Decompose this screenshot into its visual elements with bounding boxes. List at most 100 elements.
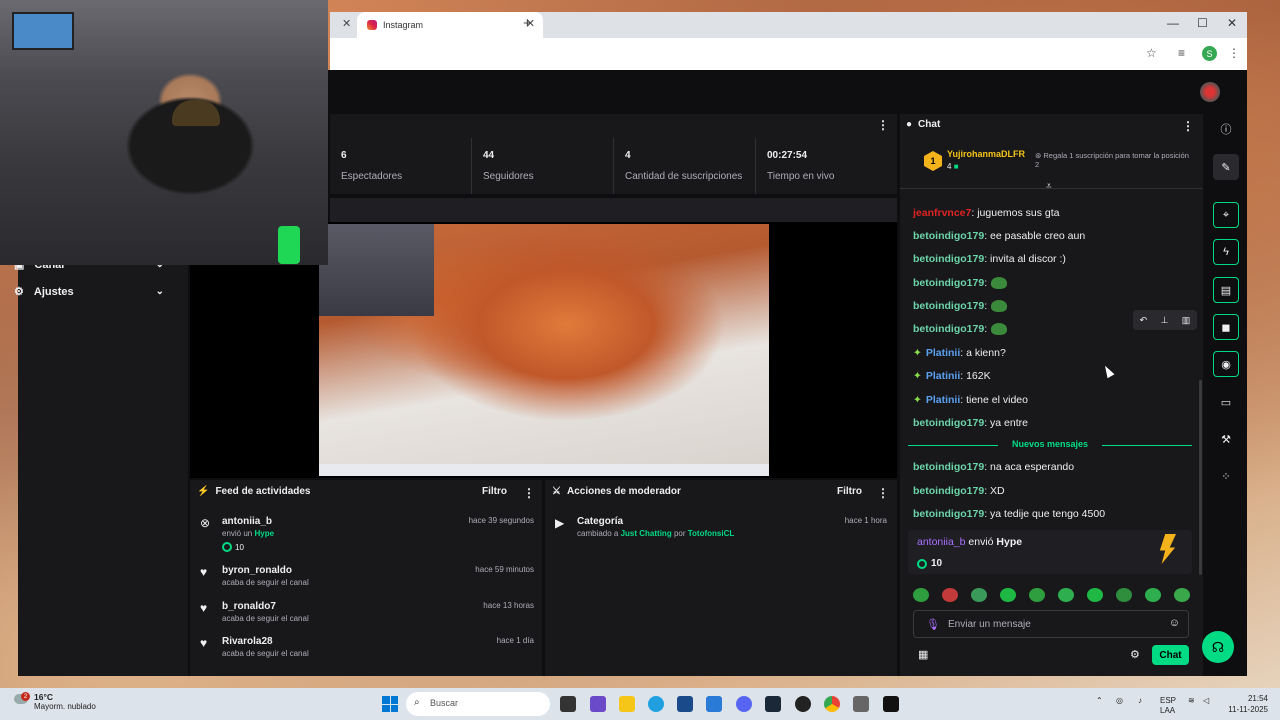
chat-username[interactable]: betoindigo179	[913, 485, 984, 497]
chat-scrollbar[interactable]	[1199, 380, 1202, 575]
chat-username[interactable]: betoindigo179	[913, 230, 984, 242]
emote-icon[interactable]	[1029, 588, 1045, 602]
notes-icon[interactable]: ▤	[1213, 277, 1239, 303]
emote-icon[interactable]	[1087, 588, 1103, 602]
bookmark-star-icon[interactable]: ☆	[1146, 46, 1157, 60]
feed-more-icon[interactable]: ⋮	[523, 486, 535, 500]
emote-icon[interactable]	[1058, 588, 1074, 602]
chat-username[interactable]: betoindigo179	[913, 300, 984, 312]
task-view-icon[interactable]	[560, 696, 576, 712]
chat-username[interactable]: Platinii	[926, 394, 960, 406]
avatar[interactable]	[1200, 82, 1220, 102]
chat-send-button[interactable]: Chat	[1152, 645, 1189, 665]
chat-username[interactable]: betoindigo179	[913, 277, 984, 289]
emoji-icon[interactable]: ☺	[1169, 617, 1180, 629]
layout-icon[interactable]: ▭	[1213, 389, 1239, 415]
chat-text: tiene el video	[966, 394, 1028, 406]
network-icon[interactable]: ⁘	[1213, 463, 1239, 489]
profile-avatar[interactable]: S	[1202, 46, 1217, 61]
steam-icon[interactable]	[765, 696, 781, 712]
mod-category[interactable]: Just Chatting	[621, 529, 672, 538]
sidebar-item-ajustes[interactable]: ⚙ Ajustes ⌄	[14, 285, 164, 299]
gift-note[interactable]: ⊛ Regala 1 suscripción para tomar la pos…	[1035, 151, 1190, 169]
expand-icon[interactable]: ⩡	[1046, 181, 1052, 192]
browser-menu-icon[interactable]: ⋮	[1228, 46, 1240, 60]
minimize-icon[interactable]: —	[1167, 16, 1179, 30]
mod-moderator[interactable]: TotofonsiCL	[688, 529, 735, 538]
mic-tray-icon[interactable]: ♪	[1138, 696, 1142, 705]
chrome-icon[interactable]	[824, 696, 840, 712]
emote-icon[interactable]	[1116, 588, 1132, 602]
weather-widget[interactable]: 16°C Mayorm. nublado	[34, 692, 96, 711]
volume-icon[interactable]: ◁	[1203, 696, 1209, 705]
emote-icon[interactable]	[1145, 588, 1161, 602]
network-tray-icon[interactable]: ◎	[1116, 696, 1123, 705]
chevron-up-icon[interactable]: ⌃	[1096, 696, 1103, 705]
chat-username[interactable]: betoindigo179	[913, 417, 984, 429]
emote-icon[interactable]	[1174, 588, 1190, 602]
outlook-icon[interactable]	[706, 696, 722, 712]
reply-icon[interactable]: ↶	[1140, 315, 1148, 326]
chat-username[interactable]: Platinii	[926, 370, 960, 382]
chat-username[interactable]: betoindigo179	[913, 323, 984, 335]
feed-user[interactable]: byron_ronaldo	[222, 565, 292, 576]
edge-icon[interactable]	[648, 696, 664, 712]
discord-icon[interactable]	[736, 696, 752, 712]
emote-icon[interactable]	[1000, 588, 1016, 602]
edit-icon[interactable]: ✎	[1213, 154, 1239, 180]
maximize-icon[interactable]: ☐	[1197, 16, 1208, 30]
emote-icon[interactable]	[913, 588, 929, 602]
window-close-icon[interactable]: ✕	[1227, 16, 1237, 30]
chat-settings-icon[interactable]: ⚙	[1130, 648, 1140, 661]
feed-user[interactable]: b_ronaldo7	[222, 601, 276, 612]
delete-icon[interactable]: ▥	[1182, 315, 1191, 326]
new-tab-button[interactable]: +	[523, 15, 532, 32]
microphone-icon[interactable]: 🎙	[926, 618, 940, 631]
hype-username[interactable]: antoniia_b	[917, 536, 965, 548]
media-control-icon[interactable]: ≡	[1178, 46, 1185, 60]
chat-more-icon[interactable]: ⋮	[1182, 119, 1194, 133]
language-indicator[interactable]: ESP LAA	[1160, 696, 1176, 717]
emote-icon[interactable]	[971, 588, 987, 602]
chat-input[interactable]	[948, 617, 1148, 631]
chat-username[interactable]: Platinii	[926, 347, 960, 359]
filter-button[interactable]: Filtro	[837, 486, 862, 497]
broadcast-icon[interactable]: ◉	[1213, 351, 1239, 377]
tab-instagram[interactable]: Instagram ✕	[357, 12, 543, 38]
chat-username[interactable]: betoindigo179	[913, 508, 984, 520]
store-icon[interactable]	[677, 696, 693, 712]
chat-message: betoindigo179:	[913, 300, 1008, 313]
epic-games-icon[interactable]	[883, 696, 899, 712]
taskbar-search[interactable]: ⌕ Buscar	[406, 692, 550, 716]
bolt-action-icon[interactable]: ϟ	[1213, 239, 1239, 265]
obs-icon[interactable]	[795, 696, 811, 712]
calendar-icon[interactable]: ▦	[918, 648, 928, 661]
wrench-icon[interactable]: ⚒	[1213, 426, 1239, 452]
leaderboard-user[interactable]: YujirohanmaDLFR	[947, 149, 1025, 159]
wifi-icon[interactable]: ≋	[1188, 696, 1195, 705]
pin-icon[interactable]: ⊥	[1161, 315, 1169, 326]
close-tab-icon[interactable]: ✕	[342, 17, 351, 30]
chat-username[interactable]: betoindigo179	[913, 461, 984, 473]
copilot-icon[interactable]	[590, 696, 606, 712]
stats-more-icon[interactable]: ⋮	[877, 118, 889, 132]
chat-bubble-icon[interactable]: ◼	[1213, 314, 1239, 340]
info-icon[interactable]: ⓘ	[1213, 116, 1239, 142]
headset-icon[interactable]: ☊	[1202, 631, 1234, 663]
system-clock[interactable]: 21:54 11-11-2025	[1224, 693, 1268, 715]
filter-button[interactable]: Filtro	[482, 486, 507, 497]
search-icon: ⌕	[414, 697, 420, 708]
settings-icon[interactable]	[853, 696, 869, 712]
mod-more-icon[interactable]: ⋮	[877, 486, 889, 500]
windows-start-icon[interactable]	[382, 696, 398, 712]
pepe-emote-icon	[991, 323, 1008, 336]
screen-capture-icon[interactable]: ⌖	[1213, 202, 1239, 228]
file-explorer-icon[interactable]	[619, 696, 635, 712]
emote-icon[interactable]	[942, 588, 958, 602]
sparkle-badge-icon: ✦	[913, 370, 922, 382]
chat-username[interactable]: betoindigo179	[913, 253, 984, 265]
feed-user[interactable]: Rivarola28	[222, 636, 273, 647]
new-messages-label: Nuevos mensajes	[1011, 439, 1089, 449]
feed-user[interactable]: antoniia_b	[222, 516, 272, 527]
chat-username[interactable]: jeanfrvnce7	[913, 207, 971, 219]
